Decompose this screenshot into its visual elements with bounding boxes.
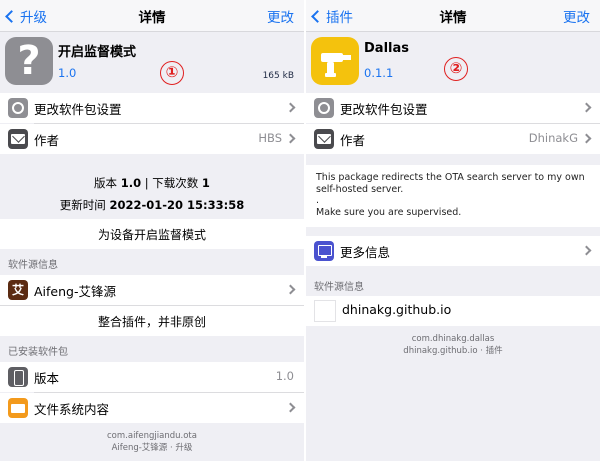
- left-package-size: 165 kB: [262, 71, 294, 81]
- right-change-settings-row[interactable]: 更改软件包设置: [306, 93, 600, 123]
- chevron-right-icon: [581, 133, 592, 144]
- question-mark-package-icon: ?: [5, 37, 53, 85]
- version-prefix: 版本: [94, 176, 121, 190]
- left-footer-source: Aifeng-艾锋源 · 升级: [111, 443, 193, 453]
- left-author-label: 作者: [34, 133, 60, 148]
- right-footer: com.dhinakg.dallas dhinakg.github.io · 插…: [306, 333, 600, 357]
- right-source-name: dhinakg.github.io: [342, 302, 452, 317]
- blank-source-icon: [314, 300, 336, 322]
- right-description: This package redirects the OTA search se…: [306, 165, 600, 227]
- drill-icon: [321, 53, 351, 77]
- downloads-prefix: | 下载次数: [141, 176, 202, 190]
- chevron-right-icon: [285, 102, 296, 113]
- left-source-section-label: 软件源信息: [8, 260, 58, 271]
- right-source-row[interactable]: dhinakg.github.io: [306, 296, 600, 326]
- description-line: This package redirects the OTA search se…: [316, 172, 585, 183]
- chevron-right-icon: [581, 245, 592, 256]
- right-author-row[interactable]: 作者 DhinakG: [306, 124, 600, 154]
- right-change-button[interactable]: 更改: [563, 6, 590, 26]
- left-author-value: HBS: [258, 131, 282, 145]
- left-source-name: Aifeng-艾锋源: [34, 284, 116, 299]
- left-package-version: 1.0: [58, 66, 77, 80]
- left-package-name: 开启监督模式: [58, 45, 137, 60]
- left-navbar: 升级 详情 更改: [0, 0, 304, 32]
- left-back-label: 升级: [20, 10, 47, 26]
- left-package-header: ? 开启监督模式 1.0 ① 165 kB: [0, 33, 304, 91]
- updated-value: 2022-01-20 15:33:58: [109, 198, 245, 212]
- right-change-settings-label: 更改软件包设置: [340, 102, 428, 117]
- right-back-button[interactable]: 插件: [310, 6, 353, 26]
- folder-icon: [8, 398, 28, 418]
- right-more-info-row[interactable]: 更多信息: [306, 236, 600, 266]
- version-value: 1.0: [120, 176, 142, 190]
- mail-icon: [8, 129, 28, 149]
- chevron-left-icon: [5, 9, 18, 23]
- right-package-name: Dallas: [364, 41, 409, 56]
- right-navbar: 插件 详情 更改: [306, 0, 600, 32]
- aifeng-source-icon: 艾: [8, 280, 28, 300]
- left-description: 为设备开启监督模式: [97, 228, 206, 242]
- left-author-row[interactable]: 作者 HBS: [0, 124, 304, 154]
- left-change-button[interactable]: 更改: [267, 6, 294, 26]
- right-author-label: 作者: [340, 133, 366, 148]
- left-installed-version-label: 版本: [34, 371, 60, 386]
- left-info-block: 版本 1.0 | 下载次数 1 更新时间 2022-01-20 15:33:58: [0, 172, 304, 216]
- left-filesystem-row[interactable]: 文件系统内容: [0, 393, 304, 423]
- right-package-version: 0.1.1: [364, 66, 394, 80]
- left-panel: 升级 详情 更改 ? 开启监督模式 1.0 ① 165 kB 更改软件包设置 作…: [0, 0, 304, 461]
- description-line: .: [316, 195, 320, 206]
- right-source-section-label: 软件源信息: [314, 282, 364, 293]
- left-description-row: 为设备开启监督模式: [0, 219, 304, 249]
- downloads-value: 1: [201, 176, 210, 190]
- chevron-right-icon: [285, 402, 296, 413]
- circled-number-two: ②: [444, 57, 468, 81]
- description-line: self-hosted server.: [316, 183, 404, 195]
- left-source-row[interactable]: 艾 Aifeng-艾锋源: [0, 275, 304, 305]
- left-source-note-row: 整合插件，并非原创: [0, 306, 304, 336]
- right-footer-source: dhinakg.github.io · 插件: [403, 346, 503, 356]
- right-panel: 插件 详情 更改 Dallas 0.1.1 ② 更改软件包设置 作者 Dhina…: [306, 0, 600, 461]
- chevron-right-icon: [285, 284, 296, 295]
- left-source-note: 整合插件，并非原创: [97, 315, 206, 329]
- version-icon: [8, 367, 28, 387]
- right-package-header: Dallas 0.1.1 ②: [306, 33, 600, 91]
- left-footer: com.aifengjiandu.ota Aifeng-艾锋源 · 升级: [0, 430, 304, 454]
- left-change-settings-label: 更改软件包设置: [34, 102, 122, 117]
- gear-icon: [314, 98, 334, 118]
- left-filesystem-label: 文件系统内容: [34, 402, 110, 417]
- updated-prefix: 更新时间: [59, 198, 110, 212]
- mail-icon: [314, 129, 334, 149]
- right-page-title: 详情: [439, 10, 467, 26]
- chevron-left-icon: [311, 9, 324, 23]
- right-back-label: 插件: [326, 10, 353, 26]
- monitor-icon: [314, 241, 334, 261]
- drill-package-icon: [311, 37, 359, 85]
- left-installed-section-label: 已安装软件包: [8, 347, 68, 358]
- circled-number-one: ①: [160, 61, 184, 85]
- left-updated-time: 更新时间 2022-01-20 15:33:58: [0, 194, 304, 216]
- chevron-right-icon: [581, 102, 592, 113]
- right-more-info-label: 更多信息: [340, 245, 391, 260]
- left-installed-version-value: 1.0: [275, 369, 294, 383]
- left-change-settings-row[interactable]: 更改软件包设置: [0, 93, 304, 123]
- left-footer-package-id: com.aifengjiandu.ota: [107, 431, 197, 441]
- left-back-button[interactable]: 升级: [4, 6, 47, 26]
- description-line: Make sure you are supervised.: [316, 206, 462, 218]
- left-version-downloads: 版本 1.0 | 下载次数 1: [0, 172, 304, 194]
- right-author-value: DhinakG: [528, 131, 578, 145]
- right-footer-package-id: com.dhinakg.dallas: [411, 334, 495, 344]
- left-page-title: 详情: [138, 10, 166, 26]
- gear-icon: [8, 98, 28, 118]
- left-installed-version-row: 版本 1.0: [0, 362, 304, 392]
- chevron-right-icon: [285, 133, 296, 144]
